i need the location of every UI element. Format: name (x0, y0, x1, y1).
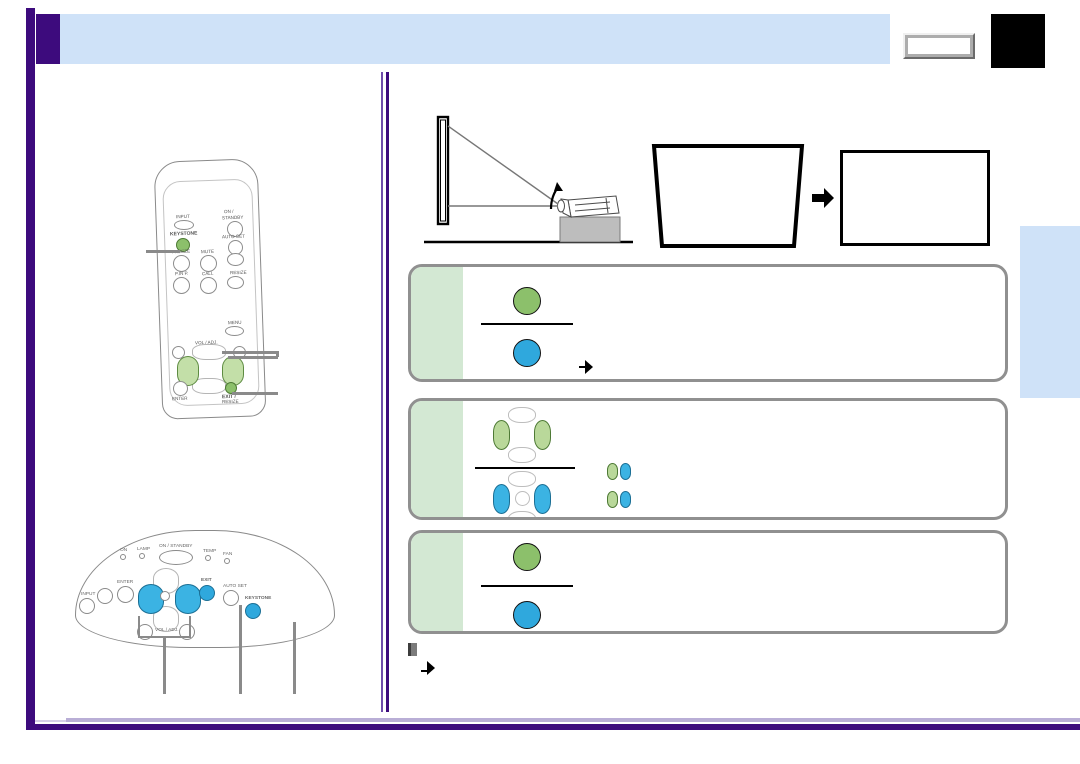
remote-pinp-button[interactable] (173, 277, 190, 294)
step-2-box (408, 398, 1008, 520)
remote-up-button[interactable] (192, 344, 226, 360)
remote-freeze-button[interactable] (173, 255, 190, 272)
step-2-panel-left[interactable] (493, 484, 510, 514)
panel-on-indicator (120, 554, 126, 560)
panel-input-button[interactable] (79, 598, 95, 614)
remote-callout-1-line (146, 250, 180, 253)
panel-keystone-button[interactable] (245, 603, 261, 619)
contents-button-label (908, 38, 970, 54)
remote-enter-button[interactable] (173, 381, 188, 396)
step-2-remote-up[interactable] (508, 407, 536, 423)
remote-control-illustration: INPUT ON / STANDBY KEYSTONE AUTO SET FRE… (140, 158, 280, 420)
step-2-remote-dpad (491, 407, 553, 463)
page-ref-arrow-icon (585, 360, 593, 374)
step-3-icon-divider (481, 585, 573, 587)
step-1-icon-divider (481, 323, 573, 325)
side-tab-operations[interactable] (1020, 226, 1080, 398)
notes-heading (408, 643, 1008, 656)
panel-callout-2-line (163, 636, 166, 694)
page-number (991, 14, 1045, 68)
panel-lamp-indicator (139, 553, 145, 559)
step-1-remote-keystone-button[interactable] (513, 287, 541, 315)
page-header (36, 14, 890, 64)
step-2-panel-center (515, 491, 530, 506)
step-2-bullet-2 (607, 491, 639, 508)
step-3-panel-exit-button[interactable] (513, 601, 541, 629)
step-2-remote-left[interactable] (493, 420, 510, 450)
projector-setup-diagram (420, 112, 635, 252)
note-item (408, 660, 1008, 677)
panel-menu-button[interactable] (97, 588, 113, 604)
step-2-icon-divider (475, 467, 575, 469)
column-divider (381, 72, 390, 712)
panel-temp-indicator (205, 555, 211, 561)
panel-callout-3-line (239, 605, 242, 694)
right-arrow-blue-icon (620, 491, 631, 508)
remote-resize-down-button[interactable] (227, 276, 244, 289)
remote-callout-2-line-b (228, 356, 278, 359)
left-arrow-blue-icon (620, 463, 631, 480)
step-2-panel-down[interactable] (508, 511, 536, 517)
step-1-page-ref[interactable] (579, 366, 585, 368)
note-page-ref-arrow-icon (427, 661, 435, 675)
note-1-body (421, 660, 1008, 677)
panel-center-button (160, 591, 170, 601)
panel-callout-1-line (293, 622, 296, 694)
panel-power-button[interactable] (159, 550, 193, 565)
step-2-number-panel (411, 401, 463, 517)
step-2-remote-right[interactable] (534, 420, 551, 450)
bottom-light-rule (66, 718, 1080, 722)
control-panel-illustration: ON / STANDBY ON LAMP TEMP FAN INPUT ENTE… (75, 530, 335, 660)
remote-callout-2-line-a (222, 351, 278, 354)
note-bullet (408, 660, 421, 677)
panel-autoset-button[interactable] (223, 590, 239, 606)
transition-arrow-icon (812, 188, 834, 208)
notes-section (408, 643, 1008, 679)
panel-fan-indicator (224, 558, 230, 564)
chart-after-correction (840, 150, 990, 246)
step-3-number-panel (411, 533, 463, 631)
remote-callout-2-line-c (276, 351, 279, 357)
remote-callout-3-line (232, 392, 278, 395)
step-3-remote-exit-button[interactable] (513, 543, 541, 571)
left-purple-bar (26, 8, 35, 726)
chart-before-correction (648, 143, 808, 249)
notes-icon (408, 643, 417, 656)
left-arrow-green-icon (607, 463, 618, 480)
panel-enter-button[interactable] (117, 586, 134, 603)
right-arrow-green-icon (607, 491, 618, 508)
step-2-panel-up[interactable] (508, 471, 536, 487)
header-accent-block (36, 14, 60, 64)
remote-call-button[interactable] (200, 277, 217, 294)
step-1-line-4 (579, 360, 593, 374)
step-1-box (408, 264, 1008, 382)
note-1-page-ref[interactable] (421, 670, 427, 672)
contents-button[interactable] (903, 33, 975, 59)
remote-mute-button[interactable] (200, 255, 217, 272)
panel-exit-button[interactable] (199, 585, 215, 601)
step-3-box (408, 530, 1008, 634)
step-1-panel-keystone-button[interactable] (513, 339, 541, 367)
step-2-panel-right[interactable] (534, 484, 551, 514)
step-2-remote-down[interactable] (508, 447, 536, 463)
bottom-purple-bar (26, 724, 1080, 730)
remote-menu-button[interactable] (225, 326, 244, 336)
step-2-bullet-1 (607, 463, 639, 480)
step-2-panel-dpad (491, 471, 553, 517)
remote-resize-up-button[interactable] (227, 253, 244, 266)
step-1-number-panel (411, 267, 463, 379)
remote-input-button[interactable] (174, 220, 194, 230)
panel-right-button[interactable] (175, 584, 201, 614)
